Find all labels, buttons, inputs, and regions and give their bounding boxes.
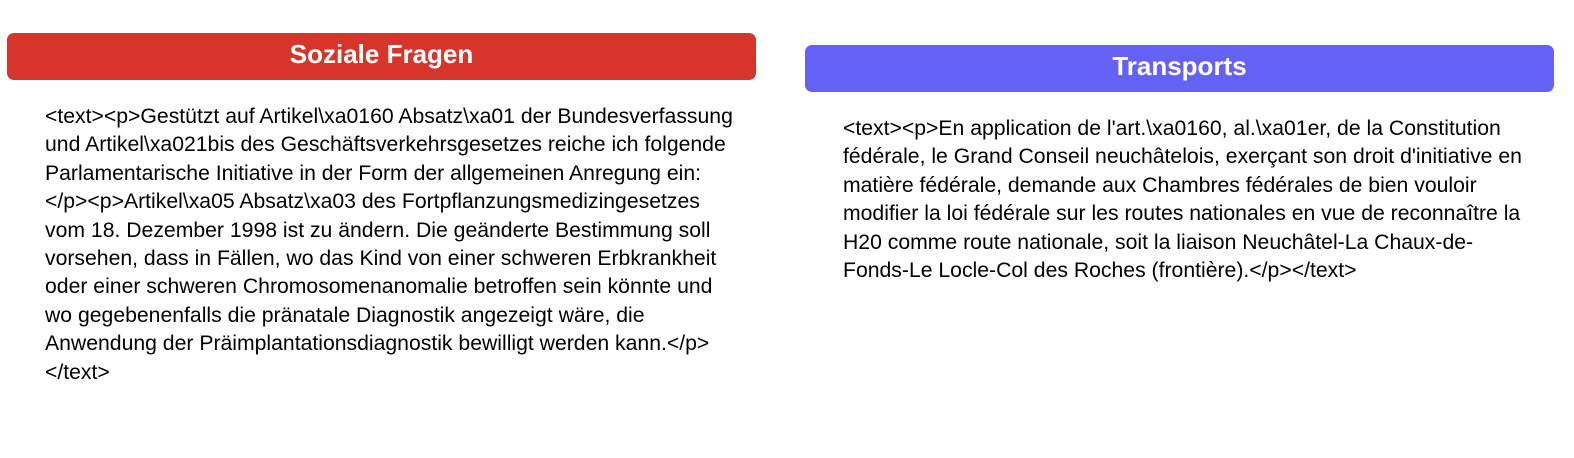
card-body-text: <text><p>En application de l'art.\xa0160… [843, 117, 1528, 283]
card-soziale-fragen: Soziale Fragen <text><p>Gestützt auf Art… [7, 33, 756, 387]
card-title: Soziale Fragen [289, 39, 474, 69]
card-header: Transports [805, 45, 1554, 92]
card-body-text: <text><p>Gestützt auf Artikel\xa0160 Abs… [45, 105, 739, 384]
card-transports: Transports <text><p>En application de l'… [805, 45, 1554, 285]
card-title: Transports [1112, 51, 1247, 81]
card-header: Soziale Fragen [7, 33, 756, 80]
